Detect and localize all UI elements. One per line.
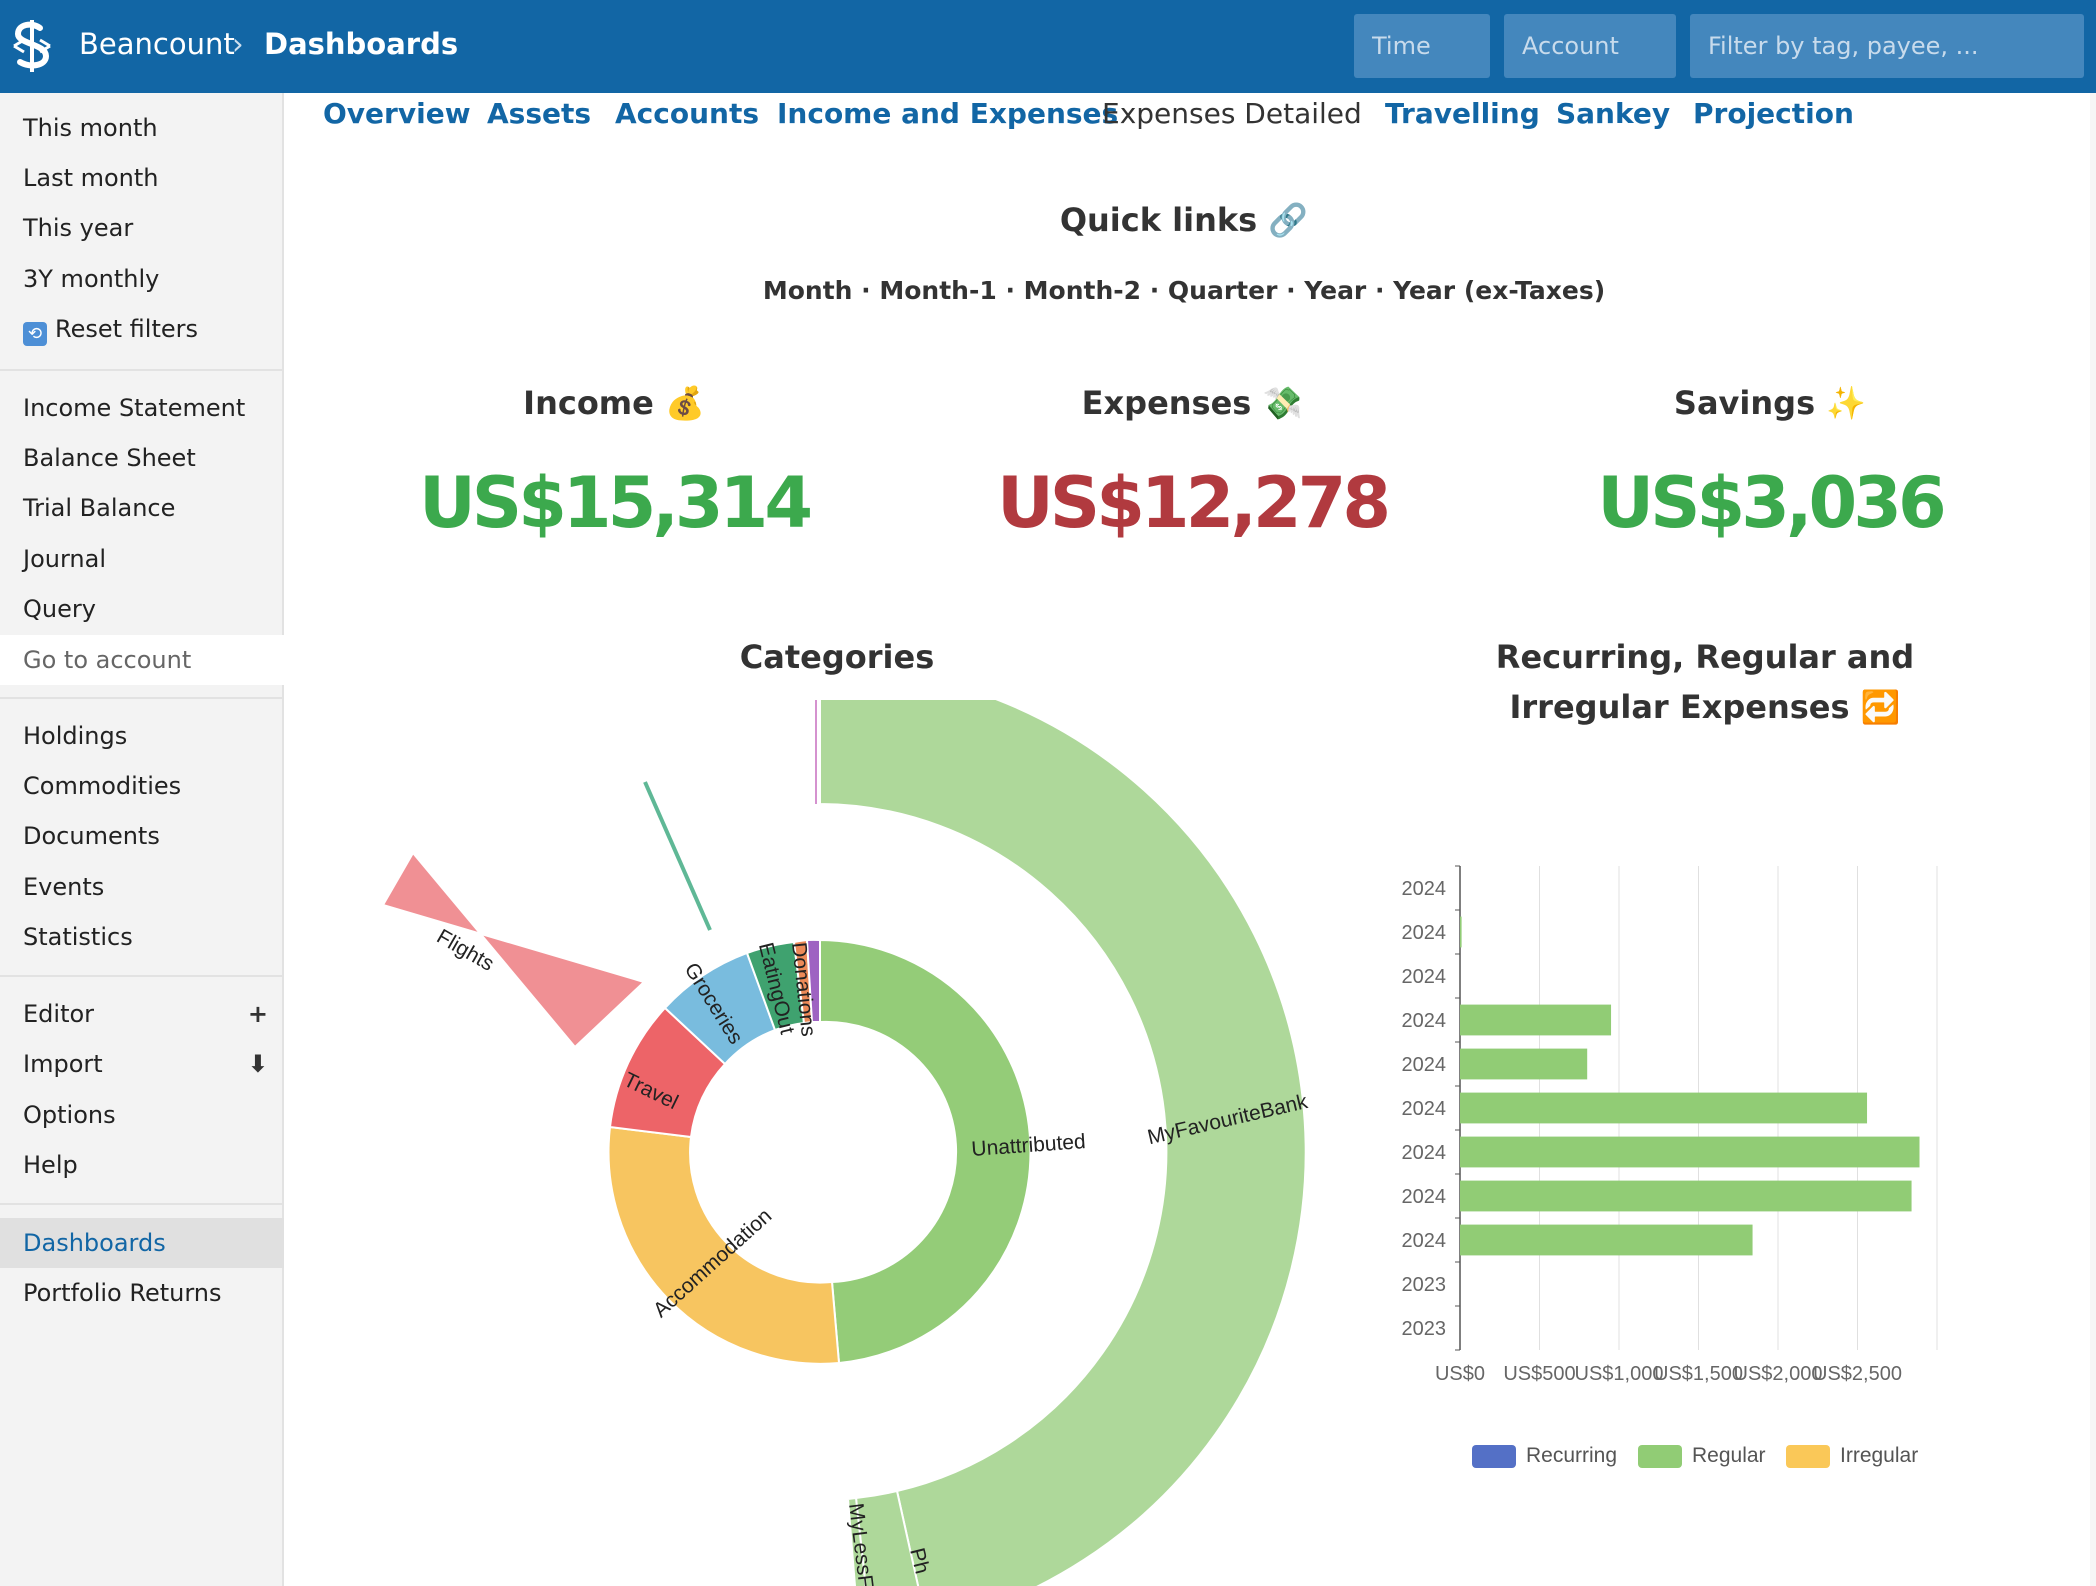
sidebar-divider xyxy=(0,975,284,977)
y-tick-label: 2024 xyxy=(1402,1142,1447,1164)
sidebar-divider xyxy=(0,697,284,699)
y-tick-label: 2024 xyxy=(1402,1054,1447,1076)
breadcrumb-current[interactable]: Dashboards xyxy=(264,27,458,61)
x-tick-label: US$1,500 xyxy=(1654,1363,1743,1385)
sidebar-item-commodities[interactable]: Commodities xyxy=(0,761,284,811)
sidebar-item-query[interactable]: Query xyxy=(0,584,284,634)
account-filter-input[interactable] xyxy=(1504,14,1676,78)
categories-sunburst-chart[interactable]: Unattributed Accommodation Travel Grocer… xyxy=(284,700,1344,1586)
legend-label-irregular[interactable]: Irregular xyxy=(1840,1444,1918,1468)
expenses-value: US$12,278 xyxy=(996,462,1391,544)
beancount-logo-icon[interactable] xyxy=(10,20,54,72)
sidebar-item-this-year[interactable]: This year xyxy=(0,203,284,253)
y-tick-label: 2024 xyxy=(1402,966,1447,988)
reset-filters-label: Reset filters xyxy=(55,315,199,343)
sidebar-item-portfolio-returns[interactable]: Portfolio Returns xyxy=(0,1268,284,1318)
y-tick-label: 2024 xyxy=(1402,922,1447,944)
sidebar-divider xyxy=(0,369,284,371)
y-tick-label: 2024 xyxy=(1402,1230,1447,1252)
sidebar-item-income-statement[interactable]: Income Statement xyxy=(0,383,284,433)
add-icon[interactable]: + xyxy=(248,989,268,1039)
sidebar-item-this-month[interactable]: This month xyxy=(0,103,284,153)
reset-icon: ⟲ xyxy=(23,322,47,346)
x-tick-label: US$1,000 xyxy=(1575,1363,1664,1385)
tab-overview[interactable]: Overview xyxy=(323,97,471,130)
time-filter-input[interactable] xyxy=(1354,14,1490,78)
sidebar-item-balance-sheet[interactable]: Balance Sheet xyxy=(0,433,284,483)
recurring-expenses-bar-chart[interactable]: 2024 2024 2024 2024 2024 2024 2024 2024 2024 2023… xyxy=(1380,850,1980,1400)
editor-label: Editor xyxy=(23,1000,95,1028)
tab-sankey[interactable]: Sankey xyxy=(1556,97,1670,130)
tab-income-and-expenses[interactable]: Income and Expenses xyxy=(777,97,1118,130)
bar-regular[interactable] xyxy=(1460,1136,1920,1168)
tab-assets[interactable]: Assets xyxy=(487,97,591,130)
import-label: Import xyxy=(23,1050,103,1078)
page-scrollbar[interactable] xyxy=(2090,93,2096,1586)
legend-swatch-irregular[interactable] xyxy=(1786,1445,1830,1468)
x-tick-label: US$500 xyxy=(1503,1363,1575,1385)
sidebar: This month Last month This year 3Y month… xyxy=(0,93,284,1586)
outer-segment-flights[interactable] xyxy=(381,851,646,1049)
label-flights: Flights xyxy=(433,925,498,976)
quick-links-list[interactable]: Month · Month-1 · Month-2 · Quarter · Ye… xyxy=(684,276,1684,305)
savings-title: Savings ✨ xyxy=(1673,384,1867,422)
y-tick-label: 2024 xyxy=(1402,1010,1447,1032)
x-tick-label: US$0 xyxy=(1435,1363,1485,1385)
savings-value: US$3,036 xyxy=(1597,462,1946,544)
y-tick-label: 2023 xyxy=(1402,1274,1447,1296)
bar-regular[interactable] xyxy=(1460,1004,1612,1036)
sidebar-item-events[interactable]: Events xyxy=(0,862,284,912)
sidebar-item-3y-monthly[interactable]: 3Y monthly xyxy=(0,254,284,304)
sidebar-item-last-month[interactable]: Last month xyxy=(0,153,284,203)
income-title: Income 💰 xyxy=(523,384,705,422)
legend-swatch-regular[interactable] xyxy=(1638,1445,1682,1468)
sidebar-item-options[interactable]: Options xyxy=(0,1090,284,1140)
categories-chart-title: Categories xyxy=(739,638,935,676)
income-value: US$15,314 xyxy=(418,462,813,544)
sidebar-item-holdings[interactable]: Holdings xyxy=(0,711,284,761)
y-tick-label: 2024 xyxy=(1402,1186,1447,1208)
bar-regular[interactable] xyxy=(1460,1092,1868,1124)
tab-travelling[interactable]: Travelling xyxy=(1385,97,1540,130)
tab-projection[interactable]: Projection xyxy=(1693,97,1854,130)
top-bar: Beancount › Dashboards xyxy=(0,0,2096,93)
expenses-title: Expenses 💸 xyxy=(1081,384,1303,422)
quick-links-title: Quick links 🔗 xyxy=(1059,201,1309,239)
sidebar-item-import[interactable]: Import ⬇ xyxy=(0,1039,284,1089)
sidebar-item-documents[interactable]: Documents xyxy=(0,811,284,861)
y-tick-label: 2023 xyxy=(1402,1318,1447,1340)
bar-regular[interactable] xyxy=(1460,1048,1588,1080)
download-icon[interactable]: ⬇ xyxy=(248,1039,268,1089)
y-tick-label: 2024 xyxy=(1402,878,1447,900)
legend-label-recurring[interactable]: Recurring xyxy=(1526,1444,1617,1468)
bar-regular[interactable] xyxy=(1460,1180,1912,1212)
recurring-chart-title: Recurring, Regular and Irregular Expense… xyxy=(1495,638,1915,726)
outer-segment-eatingout-thin[interactable] xyxy=(643,781,712,931)
bar-regular[interactable] xyxy=(1460,916,1462,948)
brand-link[interactable]: Beancount xyxy=(79,27,235,61)
tab-accounts[interactable]: Accounts xyxy=(615,97,759,130)
sidebar-item-journal[interactable]: Journal xyxy=(0,534,284,584)
tab-expenses-detailed[interactable]: Expenses Detailed xyxy=(1102,97,1362,130)
x-tick-label: US$2,500 xyxy=(1813,1363,1902,1385)
go-to-account-input[interactable]: Go to account xyxy=(0,635,284,685)
sidebar-item-trial-balance[interactable]: Trial Balance xyxy=(0,483,284,533)
sidebar-item-statistics[interactable]: Statistics xyxy=(0,912,284,962)
x-tick-label: US$2,000 xyxy=(1734,1363,1823,1385)
sidebar-item-reset-filters[interactable]: ⟲ Reset filters xyxy=(0,304,284,354)
sidebar-item-editor[interactable]: Editor + xyxy=(0,989,284,1039)
legend-label-regular[interactable]: Regular xyxy=(1692,1444,1766,1468)
y-tick-label: 2024 xyxy=(1402,1098,1447,1120)
sidebar-item-dashboards[interactable]: Dashboards xyxy=(0,1218,284,1268)
sidebar-divider xyxy=(0,1203,284,1205)
legend-swatch-recurring[interactable] xyxy=(1472,1445,1516,1468)
sidebar-item-help[interactable]: Help xyxy=(0,1140,284,1190)
bar-regular[interactable] xyxy=(1460,1224,1753,1256)
tag-payee-filter-input[interactable] xyxy=(1690,14,2084,78)
breadcrumb-separator: › xyxy=(232,27,244,61)
